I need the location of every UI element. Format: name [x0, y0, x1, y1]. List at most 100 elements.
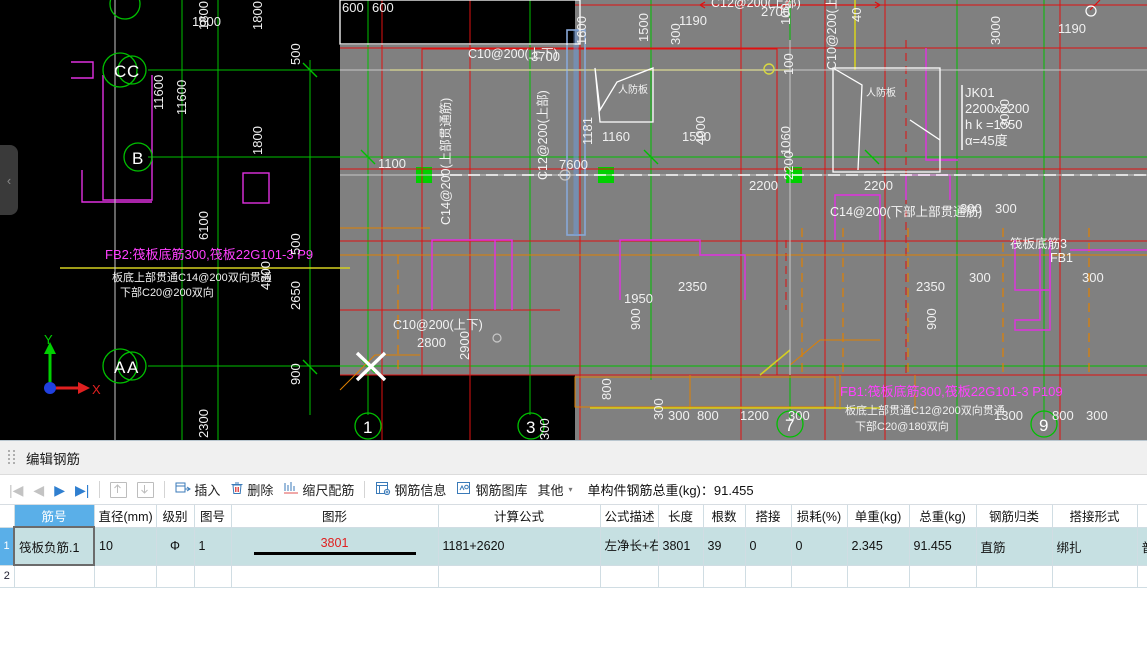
svg-text:板底上部贯通C12@200双向贯通: 板底上部贯通C12@200双向贯通	[845, 403, 1005, 417]
cell-length[interactable]	[657, 564, 704, 588]
svg-text:1190: 1190	[1058, 21, 1086, 36]
cell-unit-weight[interactable]	[846, 564, 910, 588]
cad-axis-indicator: Y X	[44, 332, 101, 397]
cad-canvas[interactable]: CC B AA 1 3 7 9 FB2:筏板底筋300,筏板22G101-3 P…	[0, 0, 1147, 440]
insert-button[interactable]: 插入	[170, 477, 225, 503]
svg-text:1300: 1300	[994, 408, 1023, 423]
cell-count[interactable]: 39	[702, 526, 746, 566]
row-index-header	[0, 505, 15, 528]
cell-formula-desc[interactable]: 左净长+右净长	[599, 526, 659, 566]
chevron-down-icon: ▾	[568, 485, 573, 494]
cell-grade[interactable]	[155, 564, 195, 588]
move-down-button[interactable]	[132, 477, 159, 503]
cell-shape[interactable]	[230, 564, 439, 588]
scale-rebar-icon	[283, 481, 299, 498]
rebar-info-label: 钢筋信息	[394, 483, 447, 498]
svg-text:800: 800	[599, 378, 614, 400]
cell-length[interactable]: 3801	[657, 526, 704, 566]
svg-text:A: A	[114, 358, 126, 377]
column-header-total-weight[interactable]: 总重(kg)	[908, 505, 977, 528]
cad-annotation-fb1: FB1:筏板底筋300,筏板22G101-3 P109	[840, 384, 1063, 399]
svg-text:α=45度: α=45度	[965, 133, 1008, 148]
column-header-category[interactable]: 钢筋归类	[975, 505, 1053, 528]
column-header-count[interactable]: 根数	[702, 505, 746, 528]
nav-first-button[interactable]: |◀	[4, 477, 28, 503]
svg-text:500: 500	[288, 43, 303, 65]
panel-title-bar[interactable]: 编辑钢筋	[0, 441, 1147, 475]
svg-text:1181: 1181	[580, 117, 595, 145]
svg-text:2300: 2300	[196, 409, 211, 438]
cell-category[interactable]: 直筋	[975, 526, 1053, 566]
cell-lap[interactable]: 0	[744, 526, 792, 566]
drag-handle-icon[interactable]	[8, 450, 18, 466]
svg-text:C12@200(上部): C12@200(上部)	[535, 90, 550, 180]
column-header-diameter[interactable]: 直径(mm)	[93, 505, 157, 528]
column-header-rebar-no[interactable]: 筋号	[13, 505, 95, 528]
other-menu-button[interactable]: 其他 ▾	[532, 477, 577, 503]
cell-drawing-no[interactable]	[193, 564, 232, 588]
svg-text:4000: 4000	[693, 116, 708, 145]
delete-button[interactable]: 删除	[225, 477, 278, 503]
cell-total-weight[interactable]: 91.455	[908, 526, 977, 566]
column-header-shape[interactable]: 图形	[230, 505, 439, 528]
nav-next-button[interactable]: ▶	[49, 477, 70, 503]
column-header-unit-weight[interactable]: 单重(kg)	[846, 505, 910, 528]
svg-text:6100: 6100	[196, 211, 211, 240]
table-row[interactable]: 2	[0, 564, 1147, 588]
rebar-library-button[interactable]: 钢筋图库	[451, 477, 532, 503]
row-index-cell[interactable]: 2	[0, 564, 15, 588]
column-header-rebar-type[interactable]	[1136, 505, 1147, 528]
cell-drawing-no[interactable]: 1	[193, 526, 232, 566]
rebar-info-button[interactable]: 钢筋信息	[370, 477, 451, 503]
cad-drawing-viewport[interactable]: CC B AA 1 3 7 9 FB2:筏板底筋300,筏板22G101-3 P…	[0, 0, 1147, 440]
column-header-lap[interactable]: 搭接	[744, 505, 792, 528]
svg-text:9: 9	[1039, 416, 1048, 435]
cell-rebar-type[interactable]: 普通钢	[1136, 526, 1147, 566]
svg-text:300: 300	[668, 23, 683, 45]
cell-unit-weight[interactable]: 2.345	[846, 526, 910, 566]
cell-lap-form[interactable]	[1051, 564, 1138, 588]
column-header-lap-form[interactable]: 搭接形式	[1051, 505, 1138, 528]
cell-category[interactable]	[975, 564, 1053, 588]
cell-total-weight[interactable]	[908, 564, 977, 588]
column-header-formula[interactable]: 计算公式	[437, 505, 601, 528]
cell-formula[interactable]	[437, 564, 601, 588]
cell-grade[interactable]: Φ	[155, 526, 195, 566]
column-header-formula-desc[interactable]: 公式描述	[599, 505, 659, 528]
cell-formula-desc[interactable]	[599, 564, 659, 588]
svg-text:3000: 3000	[997, 99, 1012, 128]
nav-last-button[interactable]: ▶|	[70, 477, 94, 503]
cell-diameter[interactable]: 10	[93, 526, 157, 566]
svg-text:1190: 1190	[679, 13, 707, 28]
scale-rebar-button[interactable]: 缩尺配筋	[278, 477, 359, 503]
svg-text:1800: 1800	[196, 1, 211, 30]
nav-prev-button[interactable]: ◀	[28, 477, 49, 503]
svg-text:1950: 1950	[624, 291, 653, 306]
svg-text:300: 300	[1086, 408, 1108, 423]
svg-text:h k =1550: h k =1550	[965, 117, 1022, 132]
svg-text:C10@200(上下): C10@200(上下)	[393, 318, 483, 332]
move-up-button[interactable]	[105, 477, 132, 503]
cell-count[interactable]	[702, 564, 746, 588]
cell-formula[interactable]: 1181+2620	[437, 526, 601, 566]
rebar-table-container[interactable]: 筋号 直径(mm) 级别 图号 图形 计算公式 公式描述 长度 根数 搭接 损耗…	[0, 505, 1147, 663]
cell-loss[interactable]	[790, 564, 848, 588]
svg-text:900: 900	[288, 363, 303, 385]
cell-diameter[interactable]	[93, 564, 157, 588]
column-header-length[interactable]: 长度	[657, 505, 704, 528]
table-row[interactable]: 1 筏板负筋.1 10 Φ 1 3801 1181+2620 左净长+右净长 3…	[0, 526, 1147, 566]
cell-loss[interactable]: 0	[790, 526, 848, 566]
column-header-grade[interactable]: 级别	[155, 505, 195, 528]
cell-shape[interactable]: 3801	[230, 526, 439, 566]
svg-text:300: 300	[960, 201, 982, 216]
cad-panel-collapse-handle[interactable]: ‹	[0, 145, 18, 215]
column-header-drawing-no[interactable]: 图号	[193, 505, 232, 528]
cell-rebar-no[interactable]	[13, 564, 95, 588]
cell-lap-form[interactable]: 绑扎	[1051, 526, 1138, 566]
cell-rebar-no[interactable]: 筏板负筋.1	[13, 526, 95, 566]
column-header-loss[interactable]: 损耗(%)	[790, 505, 848, 528]
row-index-cell[interactable]: 1	[0, 526, 15, 566]
cell-rebar-type[interactable]	[1136, 564, 1147, 588]
cell-lap[interactable]	[744, 564, 792, 588]
svg-text:800: 800	[697, 408, 719, 423]
